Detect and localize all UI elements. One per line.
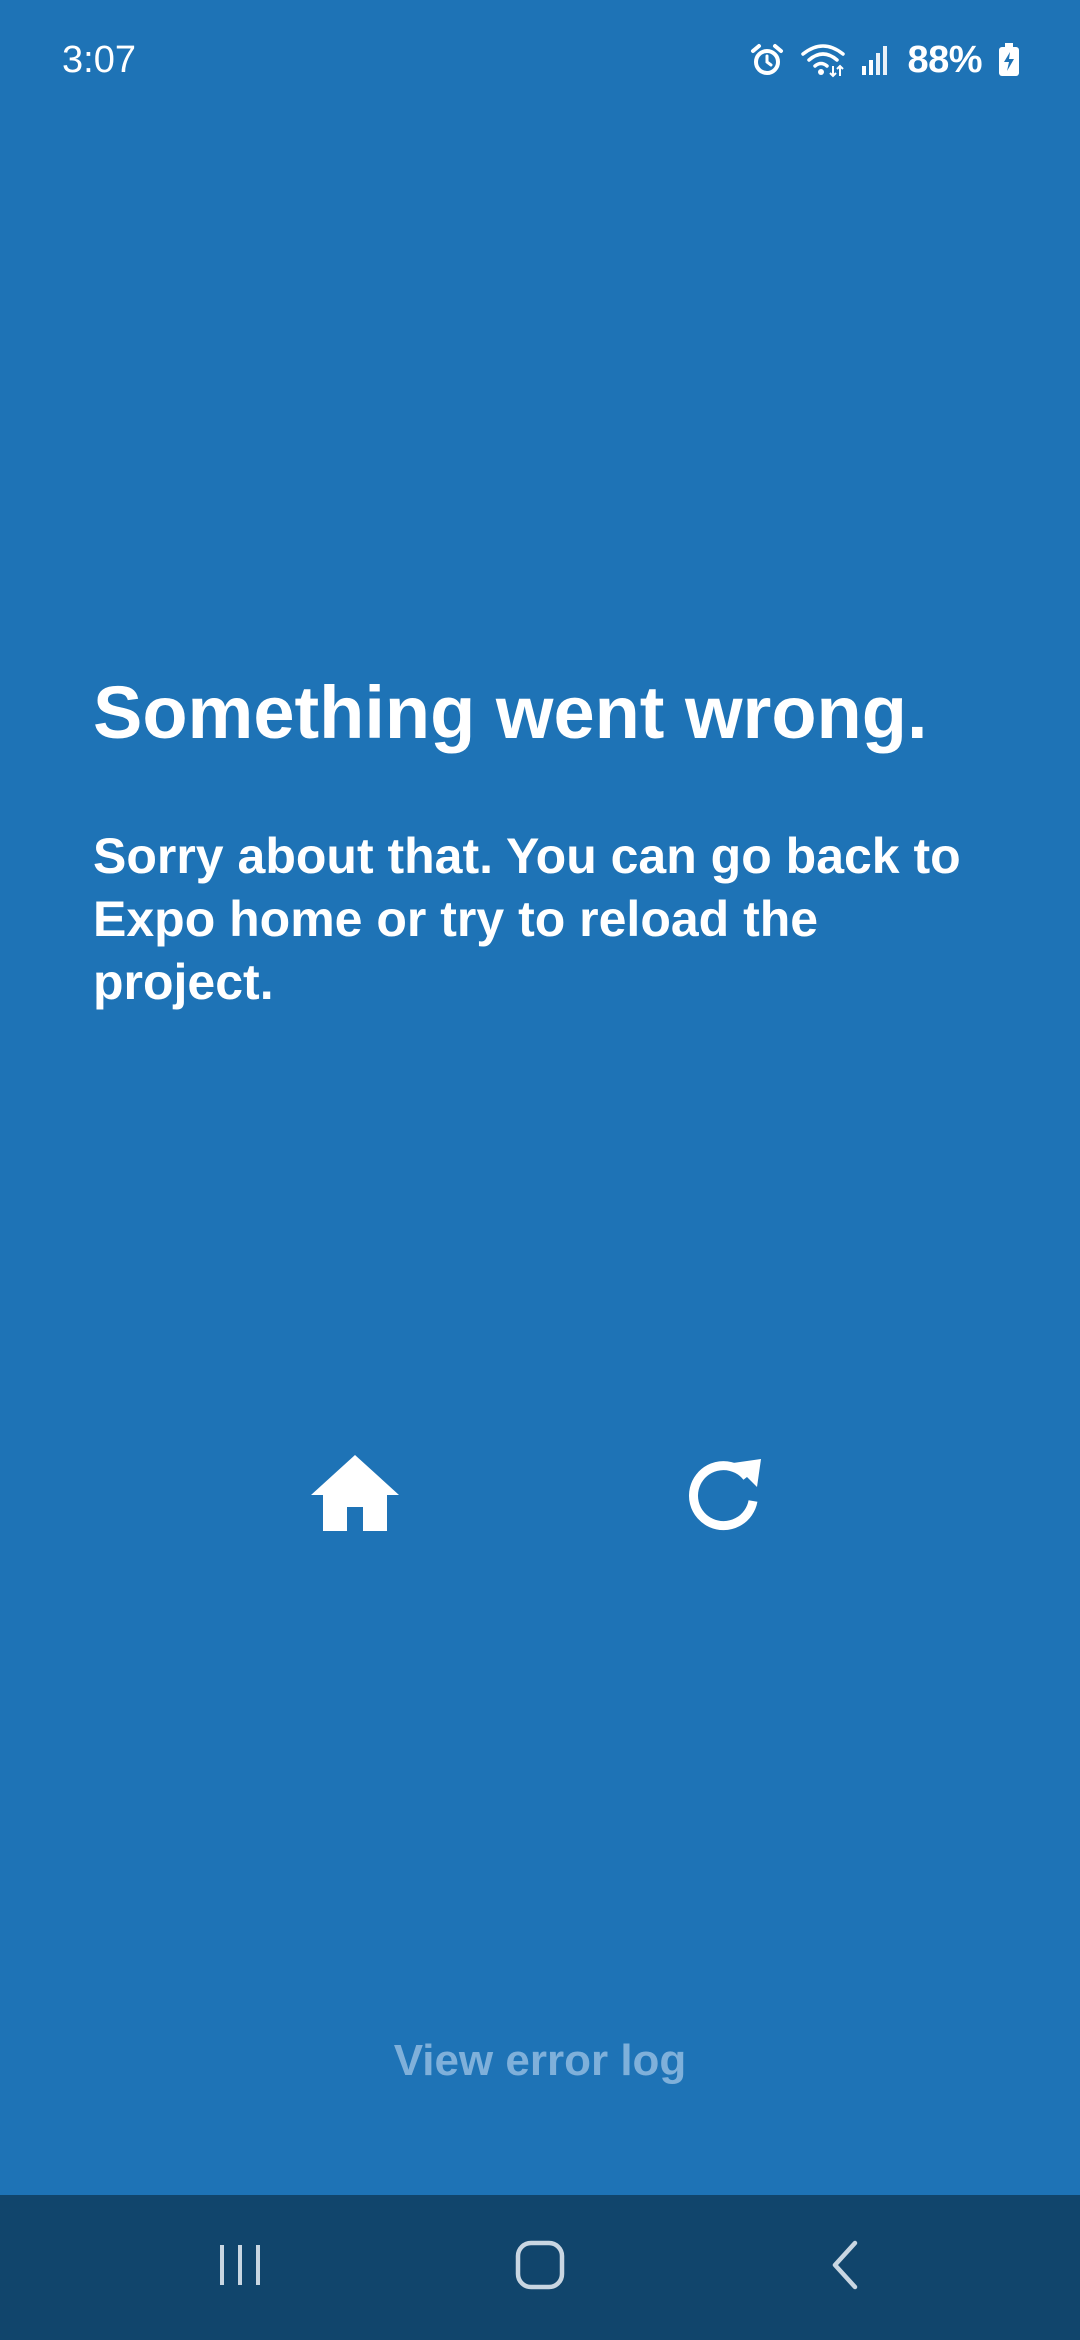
status-icons: 88% <box>749 36 1020 84</box>
navigation-bar <box>0 2195 1080 2340</box>
home-nav-icon <box>514 2239 566 2296</box>
recent-apps-button[interactable] <box>140 2195 340 2340</box>
go-home-button[interactable] <box>300 1445 410 1545</box>
home-icon <box>309 1453 401 1538</box>
status-time: 3:07 <box>62 39 136 81</box>
battery-charging-icon <box>998 43 1020 77</box>
alarm-icon <box>749 42 785 78</box>
battery-percentage: 88% <box>907 39 982 81</box>
error-title: Something went wrong. <box>93 671 928 754</box>
recent-apps-icon <box>216 2241 264 2294</box>
wifi-icon <box>801 42 846 78</box>
back-icon <box>825 2239 865 2296</box>
back-button[interactable] <box>745 2195 945 2340</box>
reload-icon <box>685 1453 765 1538</box>
home-nav-button[interactable] <box>440 2195 640 2340</box>
error-message: Sorry about that. You can go back to Exp… <box>93 828 961 1010</box>
signal-icon <box>861 44 891 76</box>
view-error-log-link[interactable]: View error log <box>0 2033 1080 2089</box>
status-bar: 3:07 88% <box>0 0 1080 120</box>
reload-button[interactable] <box>670 1445 780 1545</box>
